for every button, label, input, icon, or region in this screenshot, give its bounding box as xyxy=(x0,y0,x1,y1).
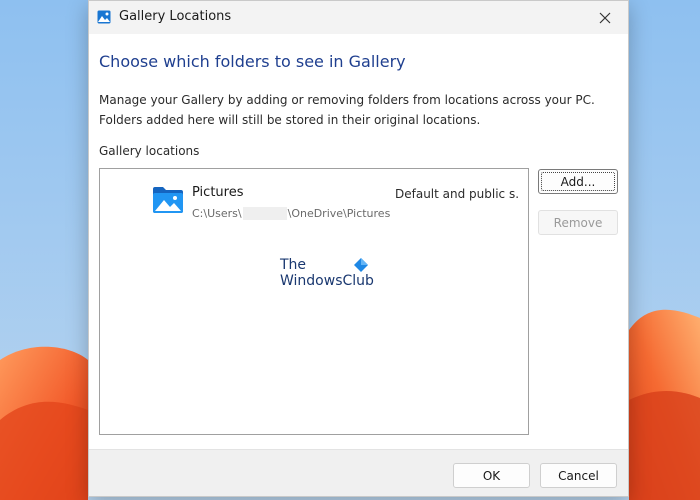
ok-button-label: OK xyxy=(482,468,501,483)
gallery-locations-dialog: Gallery Locations Choose which folders t… xyxy=(88,0,629,497)
gallery-locations-label: Gallery locations xyxy=(99,144,200,158)
ok-button[interactable]: OK xyxy=(453,463,530,488)
window-title: Gallery Locations xyxy=(119,9,232,24)
watermark: The WindowsClub xyxy=(280,257,374,289)
gallery-app-icon xyxy=(97,10,111,24)
close-icon xyxy=(599,12,611,23)
gallery-locations-list[interactable]: Pictures C:\Users\ \OneDrive\Pictures De… xyxy=(99,168,529,435)
location-path: C:\Users\ \OneDrive\Pictures xyxy=(192,207,390,220)
focus-ring xyxy=(541,172,615,191)
cancel-button-label: Cancel xyxy=(558,468,599,483)
add-button[interactable]: Add... xyxy=(538,169,618,194)
location-path-prefix: C:\Users\ xyxy=(192,207,242,220)
remove-button[interactable]: Remove xyxy=(538,210,618,235)
list-item[interactable]: Pictures C:\Users\ \OneDrive\Pictures De… xyxy=(100,179,528,225)
remove-button-label: Remove xyxy=(553,215,603,230)
title-bar[interactable]: Gallery Locations xyxy=(89,1,628,34)
dialog-description: Manage your Gallery by adding or removin… xyxy=(99,93,595,127)
location-path-suffix: \OneDrive\Pictures xyxy=(287,207,391,220)
windows-logo-icon xyxy=(354,258,368,272)
pictures-folder-icon xyxy=(153,187,183,213)
close-button[interactable] xyxy=(582,1,628,34)
cancel-button[interactable]: Cancel xyxy=(540,463,617,488)
location-name: Pictures xyxy=(192,185,244,200)
location-type: Default and public s... xyxy=(395,187,519,201)
watermark-line-2: WindowsClub xyxy=(280,273,374,289)
dialog-heading: Choose which folders to see in Gallery xyxy=(99,52,406,71)
redacted-username xyxy=(242,207,287,220)
